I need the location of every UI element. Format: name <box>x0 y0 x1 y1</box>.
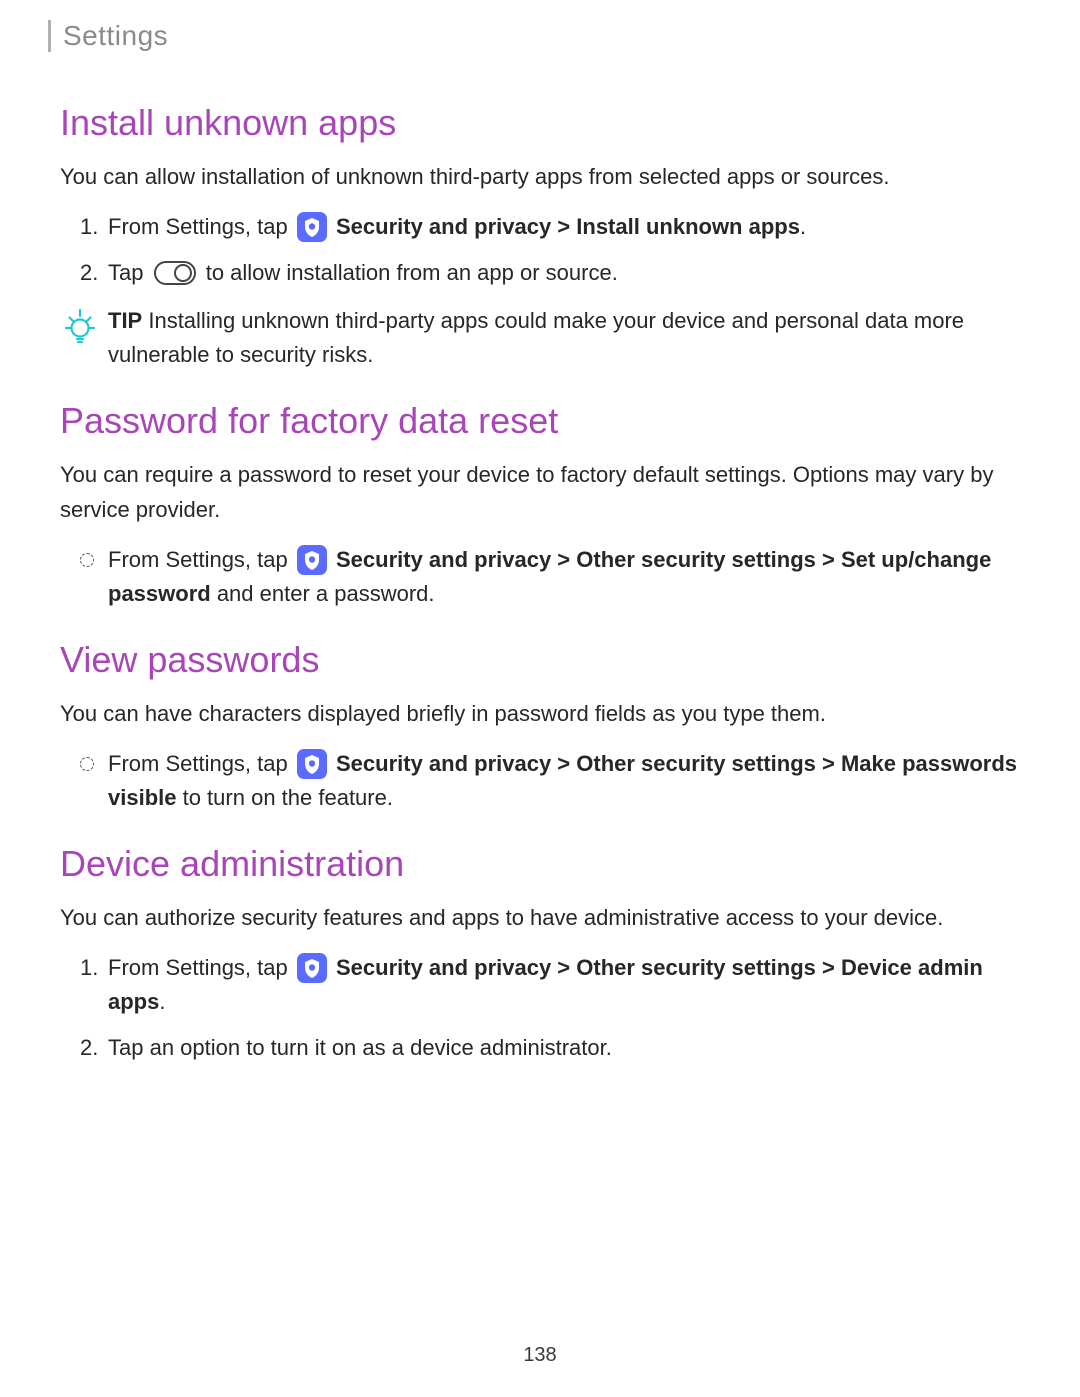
view-passwords-steps: From Settings, tap Security and privacy … <box>60 747 1020 815</box>
step-text-suffix: . <box>159 989 165 1014</box>
intro-install: You can allow installation of unknown th… <box>60 160 1020 194</box>
intro-device-admin: You can authorize security features and … <box>60 901 1020 935</box>
step-text-suffix: and enter a password. <box>211 581 435 606</box>
step-text: Tap an option to turn it on as a device … <box>108 1035 612 1060</box>
heading-device-admin: Device administration <box>60 843 1020 885</box>
heading-install-unknown-apps: Install unknown apps <box>60 102 1020 144</box>
list-item: From Settings, tap Security and privacy … <box>108 747 1020 815</box>
toggle-off-icon <box>154 261 196 285</box>
list-item: From Settings, tap Security and privacy … <box>108 951 1020 1019</box>
breadcrumb-title: Settings <box>63 20 1020 52</box>
password-reset-steps: From Settings, tap Security and privacy … <box>60 543 1020 611</box>
page-header: Settings <box>48 20 1020 52</box>
shield-icon <box>297 545 327 575</box>
lightbulb-icon <box>60 306 100 346</box>
list-item: Tap an option to turn it on as a device … <box>108 1031 1020 1065</box>
step-text-suffix: to turn on the feature. <box>176 785 392 810</box>
page-number: 138 <box>0 1344 1080 1367</box>
device-admin-steps: From Settings, tap Security and privacy … <box>60 951 1020 1065</box>
tip-label: TIP <box>108 308 142 333</box>
list-item: Tap to allow installation from an app or… <box>108 256 1020 290</box>
step-text-prefix: From Settings, tap <box>108 547 294 572</box>
intro-view-passwords: You can have characters displayed briefl… <box>60 697 1020 731</box>
tip-content: TIP Installing unknown third-party apps … <box>108 304 1020 372</box>
step-text-prefix: From Settings, tap <box>108 751 294 776</box>
step-text-suffix: . <box>800 214 806 239</box>
shield-icon <box>297 953 327 983</box>
intro-password-reset: You can require a password to reset your… <box>60 458 1020 526</box>
step-text-suffix: to allow installation from an app or sou… <box>200 260 618 285</box>
step-text-bold: Security and privacy > Install unknown a… <box>336 214 800 239</box>
shield-icon <box>297 749 327 779</box>
heading-view-passwords: View passwords <box>60 639 1020 681</box>
heading-password-reset: Password for factory data reset <box>60 400 1020 442</box>
list-item: From Settings, tap Security and privacy … <box>108 210 1020 244</box>
step-text-prefix: From Settings, tap <box>108 955 294 980</box>
shield-icon <box>297 212 327 242</box>
install-steps: From Settings, tap Security and privacy … <box>60 210 1020 290</box>
step-text-prefix: From Settings, tap <box>108 214 294 239</box>
step-text-prefix: Tap <box>108 260 150 285</box>
tip-callout: TIP Installing unknown third-party apps … <box>60 304 1020 372</box>
tip-body: Installing unknown third-party apps coul… <box>108 308 964 367</box>
list-item: From Settings, tap Security and privacy … <box>108 543 1020 611</box>
